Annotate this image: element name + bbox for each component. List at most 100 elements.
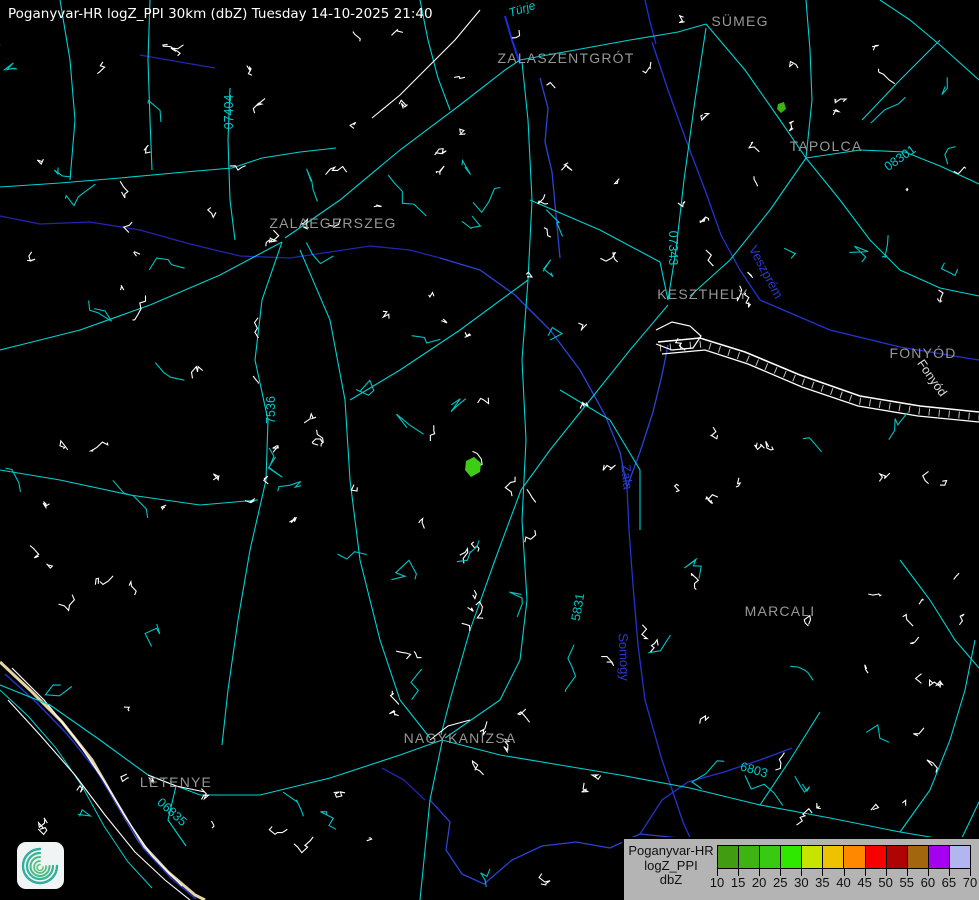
map-detail-line (462, 623, 470, 631)
radar-display: Poganyvar-HR logZ_PPI 30km (dbZ) Tuesday… (0, 0, 979, 900)
legend-tick-label: 70 (963, 875, 977, 890)
map-detail-line (790, 62, 798, 69)
map-detail-line (468, 607, 474, 611)
legend-color-cell (949, 846, 970, 868)
road-label-07404: 07404 (222, 95, 236, 130)
map-detail-line (871, 97, 906, 123)
map-detail-line (350, 122, 356, 128)
map-detail-line (435, 149, 447, 155)
map-detail-line (266, 239, 276, 246)
map-detail-line (289, 517, 296, 523)
map-detail-line (803, 438, 822, 452)
legend-color-cell (907, 846, 928, 868)
map-detail-line (161, 505, 166, 509)
legend-tick-label: 40 (836, 875, 850, 890)
map-detail-line (866, 725, 889, 742)
city-label-sumeg: SÜMEG (711, 13, 768, 29)
map-detail-line (38, 828, 47, 835)
map-detail-line (473, 188, 500, 213)
map-detail-line (910, 637, 919, 643)
legend-tick-label: 50 (878, 875, 892, 890)
road-label-7536: 7536 (264, 396, 278, 424)
map-detail-line (399, 100, 407, 108)
map-detail-line (538, 194, 548, 204)
legend-color-cell (801, 846, 822, 868)
map-detail-line (916, 674, 922, 684)
map-detail-line (411, 669, 422, 700)
map-detail-line (543, 260, 553, 277)
legend-tick-label: 15 (731, 875, 745, 890)
map-detail-line (754, 176, 758, 186)
map-detail-line (903, 800, 906, 805)
map-detail-line (392, 30, 403, 36)
map-detail-line (749, 142, 759, 152)
map-detail-line (711, 427, 717, 439)
city-label-marcali: MARCALI (745, 603, 816, 619)
map-detail-line (789, 121, 794, 131)
map-detail-line (954, 573, 959, 579)
map-detail-line (247, 66, 252, 76)
map-detail-line (512, 30, 520, 38)
city-label-tapolca: TAPOLCA (790, 138, 863, 154)
map-detail-line (321, 812, 337, 830)
map-detail-line (113, 480, 148, 518)
map-detail-line (478, 398, 489, 404)
map-detail-line (124, 222, 132, 233)
road-lines (0, 0, 979, 900)
map-detail-line (389, 711, 398, 716)
map-detail-line (582, 783, 588, 792)
map-detail-line (4, 63, 17, 70)
map-detail-line (544, 228, 551, 238)
map-detail-line (565, 645, 575, 692)
map-detail-line (419, 519, 425, 529)
road-label-07343: 07343 (666, 231, 680, 266)
legend-colorbar (717, 845, 971, 869)
map-detail-line (283, 792, 303, 816)
map-detail-line (547, 83, 556, 89)
map-detail-line (454, 77, 465, 79)
map-detail-line (412, 336, 441, 343)
legend-tick-label: 35 (815, 875, 829, 890)
map-detail-line (643, 62, 651, 73)
legend-station-name: Poganyvar-HR (624, 844, 718, 859)
legend-color-cell (780, 846, 801, 868)
map-detail-line (351, 485, 357, 491)
map-detail-line (835, 99, 846, 103)
map-detail-line (59, 595, 75, 611)
map-detail-line (307, 169, 318, 202)
map-detail-line (706, 250, 714, 266)
map-detail-line (913, 728, 924, 736)
map-detail-line (942, 77, 947, 94)
map-detail-line (868, 594, 881, 596)
map-detail-line (766, 441, 773, 450)
map-detail-line (539, 874, 550, 886)
map-detail-line (269, 827, 287, 835)
map-detail-line (505, 477, 515, 496)
map-detail-line (561, 163, 572, 171)
met-logo (17, 842, 64, 889)
legend-ticks: 10152025303540455055606570 (717, 868, 970, 900)
map-detail-line (211, 821, 214, 828)
map-detail-line (460, 129, 466, 134)
map-detail-line (253, 376, 258, 384)
map-detail-line (849, 246, 868, 262)
map-detail-line (959, 614, 964, 625)
map-detail-line (97, 62, 104, 74)
map-detail-line (269, 448, 283, 477)
map-detail-line (578, 323, 586, 330)
city-label-nagykanizsa: NAGYKANIZSA (404, 730, 517, 746)
map-detail-line (833, 110, 839, 115)
map-detail-line (441, 319, 447, 323)
map-detail-line (317, 430, 324, 447)
map-detail-line (374, 205, 382, 207)
map-detail-line (278, 482, 301, 492)
map-detail-line (510, 592, 523, 617)
map-detail-line (383, 311, 389, 318)
legend-color-cell (886, 846, 907, 868)
map-detail-line (65, 184, 95, 206)
city-label-zalaegerszeg: ZALAEGERSZEG (269, 215, 396, 231)
map-detail-line (518, 709, 530, 722)
map-detail-line (462, 161, 471, 175)
map-detail-line (615, 179, 620, 184)
map-detail-line (525, 530, 536, 542)
